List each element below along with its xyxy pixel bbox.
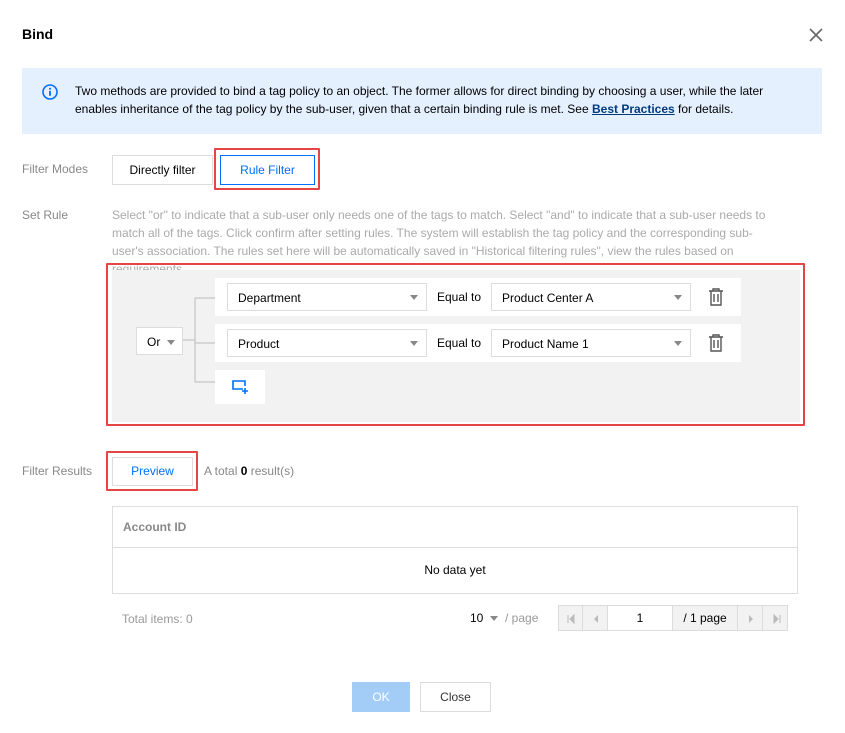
next-page-icon <box>749 615 753 623</box>
trash-icon[interactable] <box>708 288 724 306</box>
logic-select-value: Or <box>147 335 161 349</box>
rule-connector-lines <box>180 297 215 383</box>
per-page-label: / page <box>505 611 539 625</box>
close-button[interactable]: Close <box>420 682 491 712</box>
rule-key-select[interactable]: Department <box>227 283 427 311</box>
rule-value-value: Product Center A <box>502 291 594 305</box>
page-number-input[interactable]: 1 <box>607 605 673 631</box>
info-icon <box>42 84 58 100</box>
page-size-value: 10 <box>470 611 484 625</box>
add-rule-icon <box>232 380 248 394</box>
notice-text: Two methods are provided to bind a tag p… <box>75 82 795 118</box>
set-rule-label: Set Rule <box>22 208 69 222</box>
chevron-down-icon <box>674 295 682 300</box>
result-count-prefix: A total <box>204 464 241 478</box>
rule-value-select[interactable]: Product Name 1 <box>491 329 691 357</box>
column-header-account-id[interactable]: Account ID <box>123 520 186 534</box>
best-practices-link[interactable]: Best Practices <box>592 102 675 116</box>
total-items: Total items: 0 <box>122 612 193 626</box>
prev-page-button[interactable] <box>582 605 608 631</box>
ok-button[interactable]: OK <box>352 682 410 712</box>
filter-results-label: Filter Results <box>22 464 93 478</box>
next-page-button[interactable] <box>737 605 763 631</box>
dialog-title: Bind <box>22 26 54 42</box>
chevron-down-icon <box>489 616 498 621</box>
rule-key-value: Product <box>238 337 280 351</box>
results-table: Account ID No data yet <box>112 506 798 594</box>
close-icon[interactable] <box>806 25 826 45</box>
rule-filter-button[interactable]: Rule Filter <box>220 155 315 185</box>
directly-filter-button[interactable]: Directly filter <box>112 155 213 185</box>
rule-key-value: Department <box>238 291 301 305</box>
trash-icon[interactable] <box>708 334 724 352</box>
preview-button[interactable]: Preview <box>112 457 193 486</box>
result-count: A total 0 result(s) <box>204 464 294 478</box>
rule-value-value: Product Name 1 <box>502 337 589 351</box>
add-rule-button[interactable] <box>215 370 265 404</box>
rule-operator: Equal to <box>437 290 482 304</box>
total-pages: / 1 page <box>672 605 738 631</box>
table-empty-text: No data yet <box>424 563 486 577</box>
first-page-icon <box>567 613 575 625</box>
info-notice: Two methods are provided to bind a tag p… <box>22 68 822 134</box>
first-page-button[interactable] <box>558 605 583 631</box>
rule-key-select[interactable]: Product <box>227 329 427 357</box>
chevron-down-icon <box>410 341 418 346</box>
logic-select[interactable]: Or <box>136 327 183 355</box>
last-page-icon <box>773 613 781 625</box>
page-size-select[interactable]: 10 <box>470 611 498 625</box>
table-header: Account ID <box>113 507 797 548</box>
result-count-suffix: result(s) <box>247 464 295 478</box>
last-page-button[interactable] <box>762 605 788 631</box>
prev-page-icon <box>594 615 598 623</box>
filter-modes-label: Filter Modes <box>22 162 89 176</box>
chevron-down-icon <box>410 295 418 300</box>
rule-value-select[interactable]: Product Center A <box>491 283 691 311</box>
chevron-down-icon <box>167 340 175 345</box>
notice-text-part: for details. <box>674 102 734 116</box>
rule-operator: Equal to <box>437 336 482 350</box>
chevron-down-icon <box>674 341 682 346</box>
